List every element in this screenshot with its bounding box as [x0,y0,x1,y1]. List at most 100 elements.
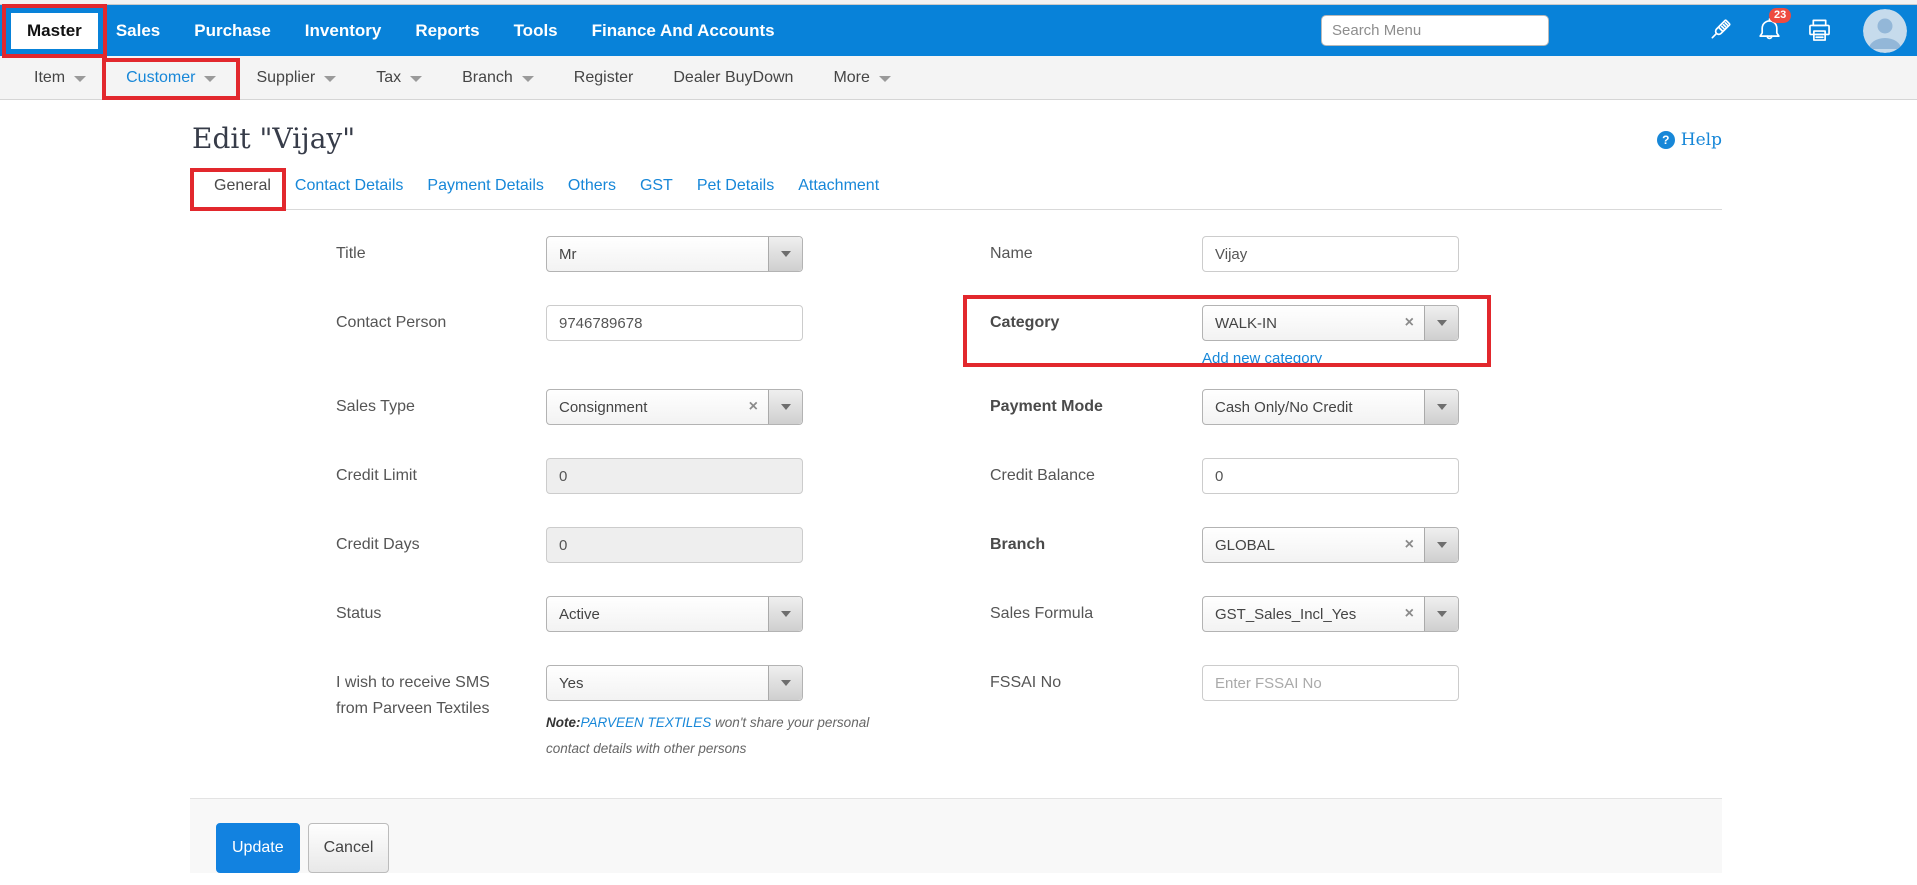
nav-item-inventory[interactable]: Inventory [289,13,398,49]
sms-opt-in-label-line2: from Parveen Textiles [336,700,490,717]
category-select-value: WALK-IN [1203,315,1401,332]
sms-opt-in-select-value: Yes [547,675,768,692]
subnav-item-tax[interactable]: Tax [356,56,442,99]
category-label: Category [990,305,1202,389]
sales-formula-label: Sales Formula [990,596,1202,665]
fssai-label: FSSAI No [990,665,1202,762]
contact-person-label: Contact Person [336,305,546,389]
clear-icon[interactable]: × [1401,314,1424,332]
nav-item-sales[interactable]: Sales [100,13,176,49]
name-input[interactable] [1202,236,1459,272]
chevron-down-icon[interactable] [1424,597,1458,631]
tab-general-label: General [214,177,271,194]
nav-item-tools-label: Tools [514,21,558,40]
tab-gst[interactable]: GST [628,177,685,209]
nav-item-master-label: Master [27,21,82,40]
nav-item-finance-and-accounts[interactable]: Finance And Accounts [576,13,791,49]
chevron-down-icon [204,76,216,82]
print-icon[interactable] [1805,17,1833,45]
subnav-item-customer[interactable]: Customer [106,56,236,99]
sms-opt-in-select[interactable]: Yes [546,665,803,701]
tab-others[interactable]: Others [556,177,628,209]
tab-general[interactable]: General [202,177,283,209]
help-link[interactable]: ? Help [1657,130,1722,150]
tab-contact-details[interactable]: Contact Details [283,177,416,209]
theme-paintbrush-icon[interactable] [1705,17,1733,45]
credit-days-input [546,527,803,563]
contact-person-input[interactable] [546,305,803,341]
subnav-item-item[interactable]: Item [14,56,106,99]
sms-note-rest: won't share your personal [711,715,869,730]
category-select[interactable]: WALK-IN × [1202,305,1459,341]
nav-item-tools[interactable]: Tools [498,13,574,49]
subnav-item-tax-label: Tax [376,69,401,87]
nav-item-finance-label: Finance And Accounts [592,21,775,40]
title-select[interactable]: Mr [546,236,803,272]
subnav-item-branch-label: Branch [462,69,513,87]
tab-pet-details-label: Pet Details [697,177,774,194]
chevron-down-icon [324,76,336,82]
credit-balance-label: Credit Balance [990,458,1202,527]
payment-mode-select[interactable]: Cash Only/No Credit [1202,389,1459,425]
clear-icon[interactable]: × [1401,605,1424,623]
subnav-item-item-label: Item [34,69,65,87]
master-submenu-bar: Item Customer Supplier Tax Branch Regist… [0,56,1917,100]
nav-item-master[interactable]: Master [11,13,98,49]
status-select[interactable]: Active [546,596,803,632]
chevron-down-icon[interactable] [768,237,802,271]
chevron-down-icon[interactable] [1424,390,1458,424]
page-title: Edit "Vijay" [190,122,355,155]
tab-payment-details[interactable]: Payment Details [415,177,556,209]
subnav-item-more[interactable]: More [813,56,910,99]
tab-attachment[interactable]: Attachment [786,177,891,209]
fssai-input[interactable] [1202,665,1459,701]
credit-balance-input[interactable] [1202,458,1459,494]
add-new-category-link[interactable]: Add new category [1202,350,1322,367]
nav-item-purchase[interactable]: Purchase [178,13,287,49]
update-button[interactable]: Update [216,823,300,873]
clear-icon[interactable]: × [1401,536,1424,554]
subnav-item-dealer-buydown-label: Dealer BuyDown [673,69,793,87]
branch-select[interactable]: GLOBAL × [1202,527,1459,563]
cancel-button[interactable]: Cancel [308,823,390,873]
chevron-down-icon [410,76,422,82]
notifications-bell-icon[interactable]: 23 [1755,17,1783,45]
clear-icon[interactable]: × [745,398,768,416]
sms-note-brand: PARVEEN TEXTILES [581,715,712,730]
payment-mode-label: Payment Mode [990,389,1202,458]
sms-privacy-note: Note:PARVEEN TEXTILES won't share your p… [546,710,886,762]
search-input[interactable] [1321,15,1549,46]
status-select-value: Active [547,606,768,623]
status-label: Status [336,596,546,665]
chevron-down-icon[interactable] [1424,306,1458,340]
chevron-down-icon[interactable] [1424,528,1458,562]
edit-customer-tabs: General Contact Details Payment Details … [190,177,1722,210]
subnav-item-supplier-label: Supplier [256,69,315,87]
subnav-item-supplier[interactable]: Supplier [236,56,356,99]
subnav-item-branch[interactable]: Branch [442,56,554,99]
sales-formula-select-value: GST_Sales_Incl_Yes [1203,606,1401,623]
branch-label: Branch [990,527,1202,596]
user-avatar[interactable] [1863,9,1907,53]
subnav-item-register[interactable]: Register [554,56,654,99]
credit-days-label: Credit Days [336,527,546,596]
main-navbar: Master Sales Purchase Inventory Reports … [0,5,1917,56]
chevron-down-icon[interactable] [768,666,802,700]
title-label: Title [336,236,546,305]
tab-pet-details[interactable]: Pet Details [685,177,786,209]
subnav-item-register-label: Register [574,69,634,87]
sales-formula-select[interactable]: GST_Sales_Incl_Yes × [1202,596,1459,632]
chevron-down-icon[interactable] [768,597,802,631]
sales-type-label: Sales Type [336,389,546,458]
sms-opt-in-label: I wish to receive SMS from Parveen Texti… [336,665,546,762]
subnav-item-more-label: More [833,69,869,87]
sales-type-select[interactable]: Consignment × [546,389,803,425]
credit-limit-input [546,458,803,494]
sms-note-line2: contact details with other persons [546,741,746,756]
chevron-down-icon[interactable] [768,390,802,424]
form-action-bar: Update Cancel [190,798,1722,873]
nav-item-reports[interactable]: Reports [399,13,495,49]
subnav-item-dealer-buydown[interactable]: Dealer BuyDown [653,56,813,99]
payment-mode-select-value: Cash Only/No Credit [1203,399,1424,416]
tab-attachment-label: Attachment [798,177,879,194]
